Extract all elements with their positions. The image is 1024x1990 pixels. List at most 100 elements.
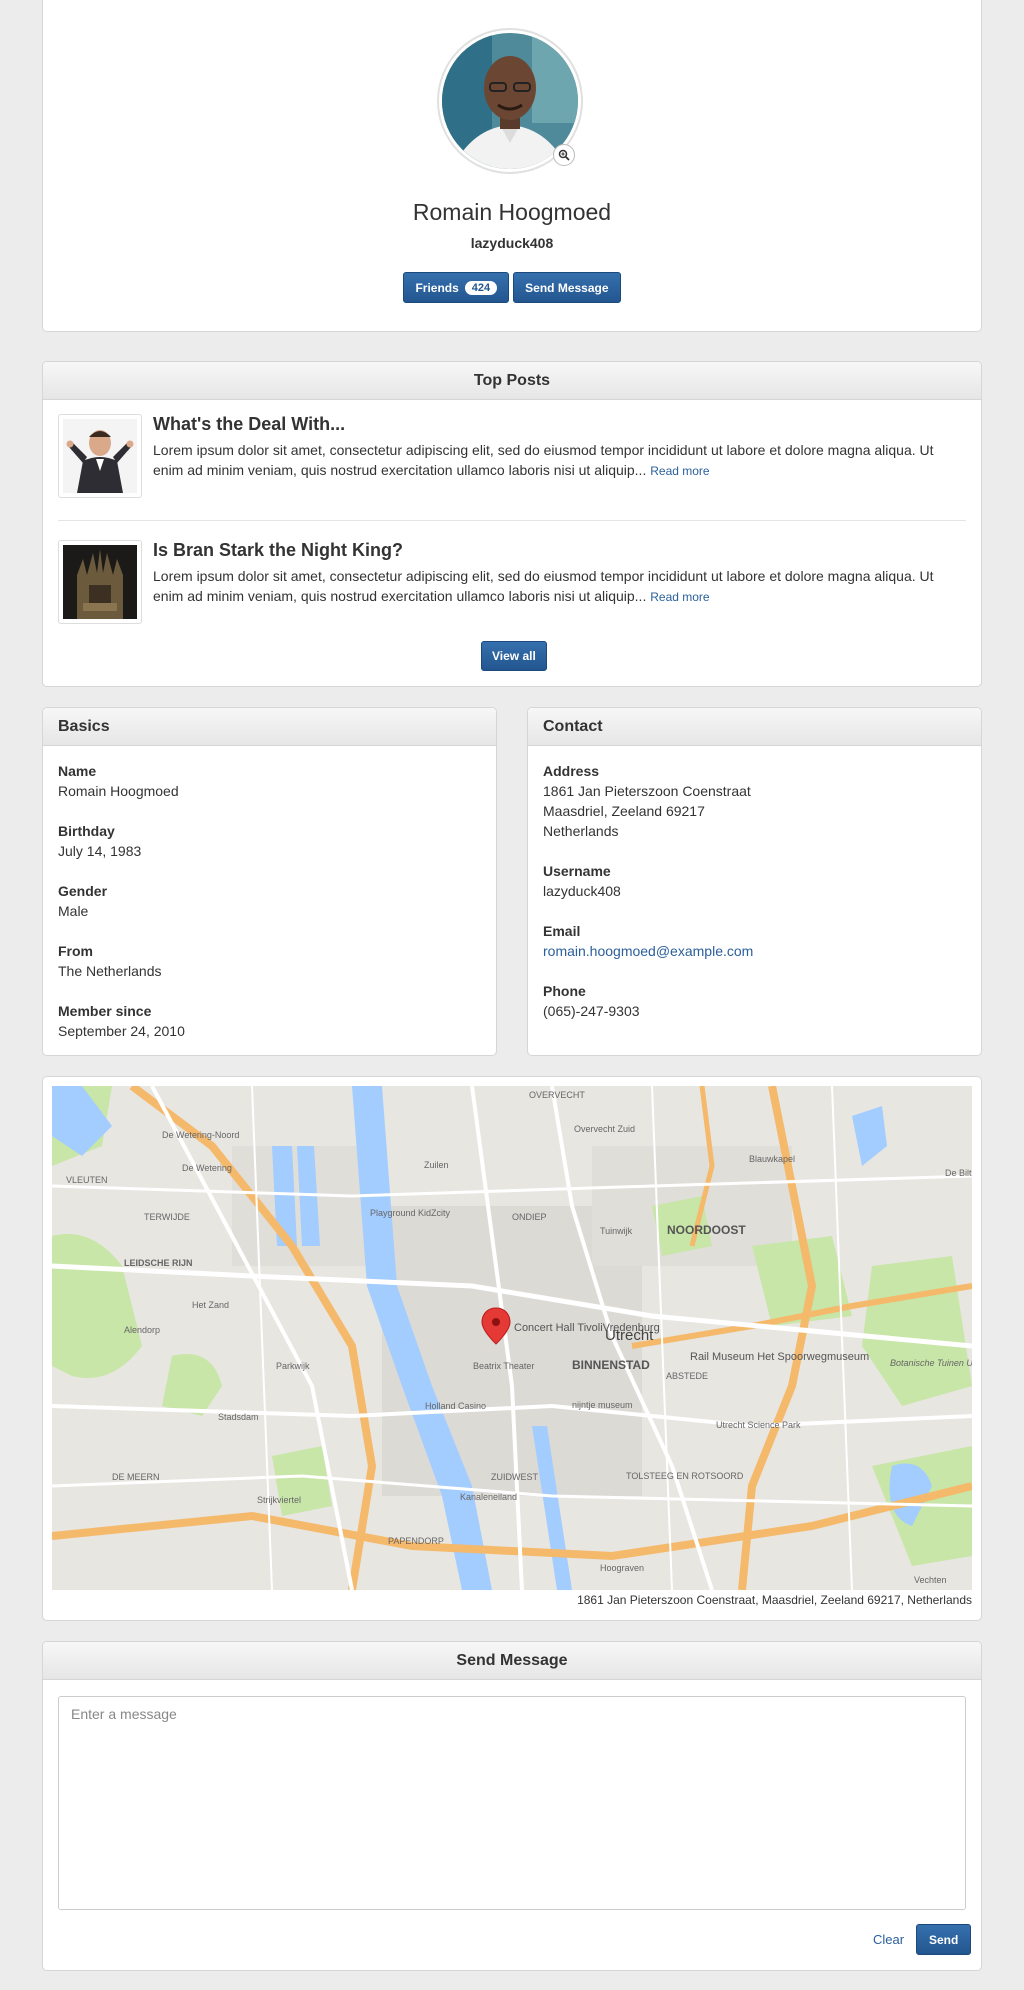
map-label: Strijkviertel xyxy=(257,1495,301,1505)
field-label: Birthday xyxy=(58,823,115,839)
contact-panel: Contact Address 1861 Jan Pieterszoon Coe… xyxy=(527,707,982,1056)
basics-field: Name Romain Hoogmoed xyxy=(58,761,185,801)
read-more-link[interactable]: Read more xyxy=(650,590,709,604)
map-label: Rail Museum Het Spoorwegmuseum xyxy=(690,1351,869,1363)
map-canvas: OVERVECHT Overvecht Zuid Blauwkapel De W… xyxy=(52,1086,972,1590)
basics-field: From The Netherlands xyxy=(58,941,185,981)
field-label: Username xyxy=(543,863,611,879)
field-label: Phone xyxy=(543,983,586,999)
post-divider xyxy=(58,520,966,521)
map-label: TOLSTEEG EN ROTSOORD xyxy=(626,1471,744,1481)
map-label: De Wetering-Noord xyxy=(162,1130,239,1140)
map-label: De Wetering xyxy=(182,1163,232,1173)
map-label: Tuinwijk xyxy=(600,1226,633,1236)
friends-label: Friends xyxy=(415,280,459,295)
top-posts-panel: Top Posts What's the Deal With... Lorem … xyxy=(42,361,982,687)
send-message-panel: Send Message Clear Send xyxy=(42,1641,982,1971)
map-label: Overvecht Zuid xyxy=(574,1124,635,1134)
send-message-title: Send Message xyxy=(43,1642,981,1680)
map-label: BINNENSTAD xyxy=(572,1358,650,1372)
basics-field: Birthday July 14, 1983 xyxy=(58,821,185,861)
address-field: Address 1861 Jan Pieterszoon Coenstraat … xyxy=(543,761,753,841)
friends-button[interactable]: Friends 424 xyxy=(403,272,510,303)
map-label: Blauwkapel xyxy=(749,1154,795,1164)
basics-fields: Name Romain Hoogmoed Birthday July 14, 1… xyxy=(58,761,185,1055)
map-label: Alendorp xyxy=(124,1325,160,1335)
contact-title: Contact xyxy=(528,708,981,746)
avatar-container xyxy=(437,28,583,174)
basics-field: Gender Male xyxy=(58,881,185,921)
map-label: Playground KidZcity xyxy=(370,1208,451,1218)
map-panel: OVERVECHT Overvecht Zuid Blauwkapel De W… xyxy=(42,1076,982,1621)
field-value: The Netherlands xyxy=(58,963,162,979)
field-label: Name xyxy=(58,763,97,779)
map-label: Parkwijk xyxy=(276,1361,310,1371)
map-label: OVERVECHT xyxy=(529,1090,585,1100)
address-line: 1861 Jan Pieterszoon Coenstraat xyxy=(543,783,751,799)
post-thumbnail[interactable] xyxy=(58,540,142,624)
profile-username: lazyduck408 xyxy=(470,235,554,251)
field-value: Romain Hoogmoed xyxy=(58,783,179,799)
field-label: Email xyxy=(543,923,581,939)
map-label: Utrecht Science Park xyxy=(716,1420,801,1430)
post-title[interactable]: What's the Deal With... xyxy=(153,414,345,435)
zoom-icon[interactable] xyxy=(553,144,575,166)
map-label: nijntje museum xyxy=(572,1400,633,1410)
map-label: DE MEERN xyxy=(112,1472,160,1482)
message-input[interactable] xyxy=(58,1696,966,1910)
post-thumbnail[interactable] xyxy=(58,414,142,498)
field-label: Member since xyxy=(58,1003,152,1019)
map-label: Stadsdam xyxy=(218,1412,259,1422)
map-label: Kanaleneiland xyxy=(460,1492,517,1502)
map-label: De Bilt xyxy=(945,1168,972,1178)
send-button[interactable]: Send xyxy=(916,1924,972,1955)
read-more-link[interactable]: Read more xyxy=(650,464,709,478)
basics-field: Member since September 24, 2010 xyxy=(58,1001,185,1041)
field-value: romain.hoogmoed@example.com xyxy=(543,941,753,961)
map-label: Utrecht xyxy=(605,1327,654,1344)
map-caption: 1861 Jan Pieterszoon Coenstraat, Maasdri… xyxy=(577,1593,972,1607)
field-value: September 24, 2010 xyxy=(58,1023,185,1039)
field-label: Address xyxy=(543,763,600,779)
basics-panel: Basics Name Romain Hoogmoed Birthday Jul… xyxy=(42,707,497,1056)
map-label: ZUIDWEST xyxy=(491,1472,538,1482)
location-map[interactable]: OVERVECHT Overvecht Zuid Blauwkapel De W… xyxy=(52,1086,972,1590)
profile-card: Romain Hoogmoed lazyduck408 Friends 424 … xyxy=(42,0,982,332)
field-value: (065)-247-9303 xyxy=(543,1003,640,1019)
map-label: LEIDSCHE RIJN xyxy=(124,1258,193,1268)
post-excerpt: Lorem ipsum dolor sit amet, consectetur … xyxy=(153,566,953,607)
friends-count-badge: 424 xyxy=(464,280,498,295)
address-line: Maasdriel, Zeeland 69217 xyxy=(543,803,705,819)
send-message-button[interactable]: Send Message xyxy=(513,272,621,303)
view-all-button[interactable]: View all xyxy=(481,641,547,671)
email-link[interactable]: romain.hoogmoed@example.com xyxy=(543,943,753,959)
address-line: Netherlands xyxy=(543,823,619,839)
profile-name: Romain Hoogmoed xyxy=(412,199,612,225)
map-label: Hoograven xyxy=(600,1563,644,1573)
basics-title: Basics xyxy=(43,708,496,746)
post-excerpt: Lorem ipsum dolor sit amet, consectetur … xyxy=(153,440,953,481)
username-field: Username lazyduck408 xyxy=(543,861,753,901)
clear-button[interactable]: Clear xyxy=(873,1932,904,1947)
contact-fields: Address 1861 Jan Pieterszoon Coenstraat … xyxy=(543,761,753,1041)
field-label: Gender xyxy=(58,883,108,899)
map-label: Holland Casino xyxy=(425,1401,486,1411)
field-value: July 14, 1983 xyxy=(58,843,142,859)
map-label: Vechten xyxy=(914,1575,947,1585)
map-label: Botanische Tuinen Utrecht xyxy=(890,1358,972,1368)
post-title[interactable]: Is Bran Stark the Night King? xyxy=(153,540,403,561)
map-label: ABSTEDE xyxy=(666,1371,708,1381)
top-posts-title: Top Posts xyxy=(43,362,981,400)
field-value: lazyduck408 xyxy=(543,883,621,899)
map-label: TERWIJDE xyxy=(144,1212,190,1222)
post-excerpt-text: Lorem ipsum dolor sit amet, consectetur … xyxy=(153,442,934,478)
map-label: ONDIEP xyxy=(512,1212,547,1222)
map-label: Zuilen xyxy=(424,1160,449,1170)
map-label: VLEUTEN xyxy=(66,1175,108,1185)
map-label: Beatrix Theater xyxy=(473,1361,534,1371)
profile-actions: Friends 424 Send Message xyxy=(43,272,981,303)
email-field: Email romain.hoogmoed@example.com xyxy=(543,921,753,961)
map-label: Het Zand xyxy=(192,1300,229,1310)
field-label: From xyxy=(58,943,93,959)
field-value: Male xyxy=(58,903,89,919)
